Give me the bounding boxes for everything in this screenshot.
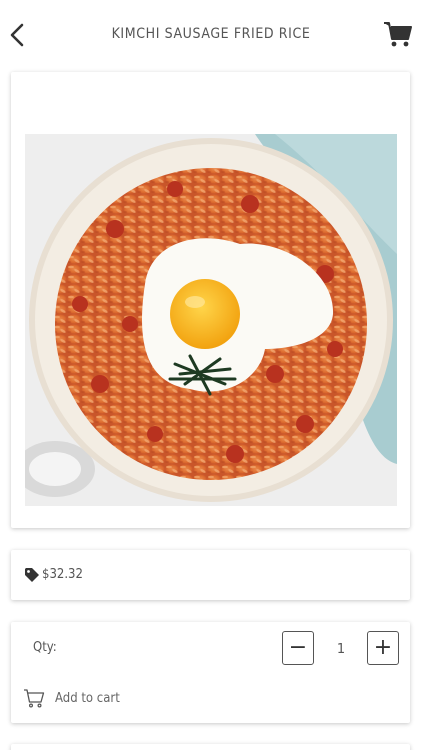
product-photo xyxy=(25,134,397,506)
price-card: $32.32 xyxy=(11,550,410,600)
add-to-cart-label: Add to cart xyxy=(55,690,120,706)
price-tag-icon xyxy=(25,568,39,582)
cart-button[interactable] xyxy=(382,18,414,50)
increase-quantity-button[interactable]: + xyxy=(367,631,399,665)
decrease-quantity-button[interactable]: − xyxy=(282,631,314,665)
shopping-cart-icon xyxy=(384,22,412,47)
fried-rice-image xyxy=(25,134,397,506)
quantity-label: Qty: xyxy=(33,640,57,655)
product-price: $32.32 xyxy=(42,567,83,582)
quantity-card: Qty: − 1 + Add to cart xyxy=(11,622,410,723)
top-bar: KIMCHI SAUSAGE FRIED RICE xyxy=(0,0,422,70)
page-title: KIMCHI SAUSAGE FRIED RICE xyxy=(111,26,311,42)
next-card xyxy=(11,744,410,750)
chevron-left-icon xyxy=(10,23,24,47)
back-button[interactable] xyxy=(6,20,30,50)
add-to-cart-button[interactable]: Add to cart xyxy=(23,686,120,710)
quantity-value: 1 xyxy=(336,642,346,657)
cart-outline-icon xyxy=(24,689,45,708)
product-image-card xyxy=(11,72,410,528)
